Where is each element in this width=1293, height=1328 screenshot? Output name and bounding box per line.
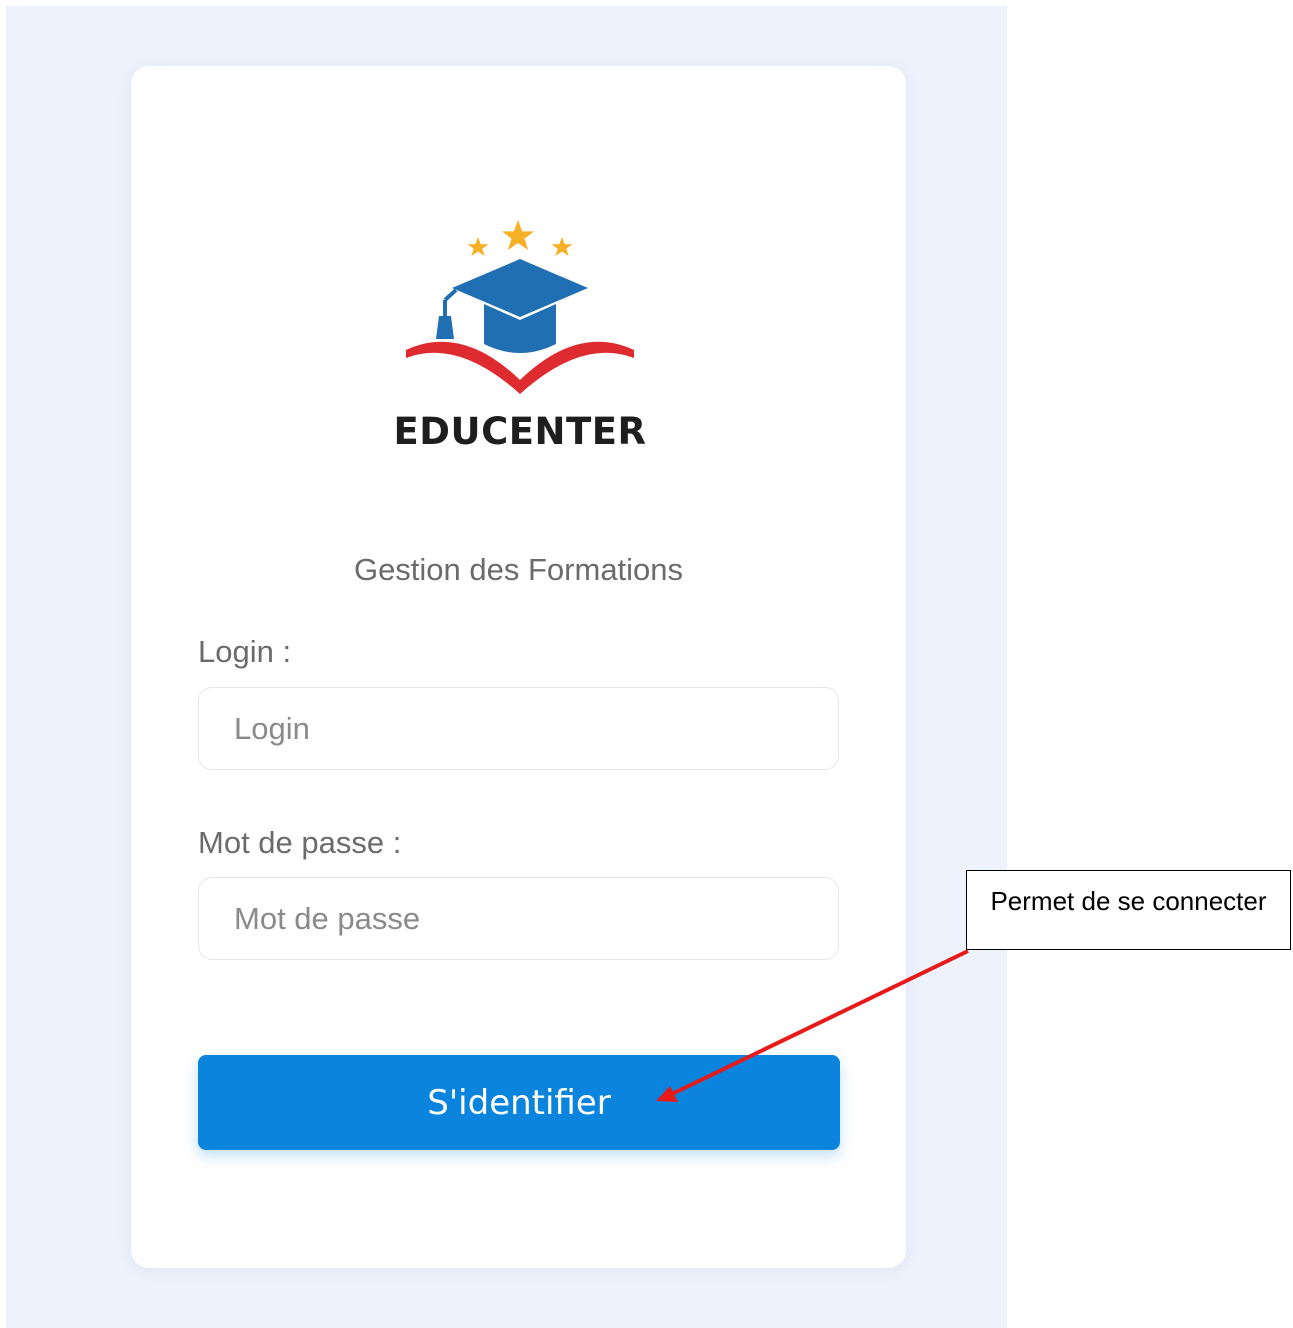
app-subtitle: Gestion des Formations [353,552,684,587]
cap-board [452,259,588,317]
tassel [436,316,454,339]
password-input[interactable] [198,877,839,960]
star-icon [501,220,535,250]
login-label: Login : [198,634,292,669]
annotation-callout: Permet de se connecter [966,870,1291,950]
login-button[interactable]: S'identifier [198,1055,840,1150]
educenter-logo: EDUCENTER [392,212,648,462]
password-label: Mot de passe : [198,825,402,860]
login-input[interactable] [198,687,839,770]
brand-name: EDUCENTER [393,410,647,453]
star-icon [551,237,573,256]
graduation-cap-icon [406,220,634,394]
star-icon [467,237,489,256]
